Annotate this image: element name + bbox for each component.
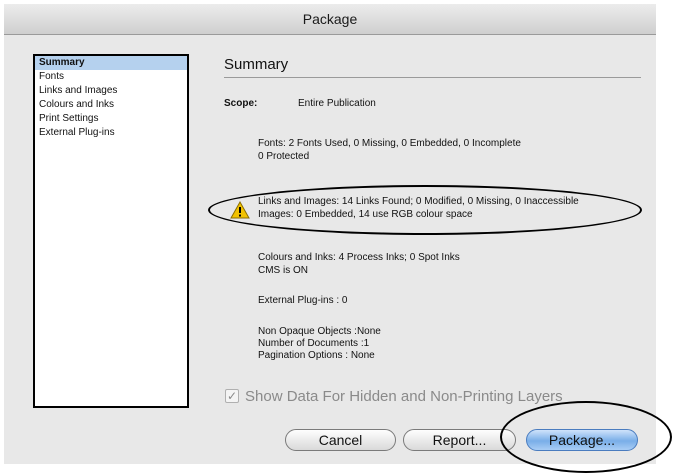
scope-value: Entire Publication (298, 98, 376, 109)
plugins-summary-line: External Plug-ins : 0 (258, 295, 348, 306)
show-hidden-layers-label[interactable]: Show Data For Hidden and Non-Printing La… (245, 387, 563, 407)
sidebar-item-external-plug-ins[interactable]: External Plug-ins (35, 126, 187, 140)
show-hidden-layers-checkbox[interactable]: ✓ (225, 389, 239, 403)
sidebar-list: Summary Fonts Links and Images Colours a… (33, 54, 189, 408)
sidebar-item-print-settings[interactable]: Print Settings (35, 112, 187, 126)
cancel-button[interactable]: Cancel (285, 429, 396, 451)
highlight-ellipse-links (208, 185, 642, 235)
report-button[interactable]: Report... (403, 429, 516, 451)
colours-summary-line1: Colours and Inks: 4 Process Inks; 0 Spot… (258, 252, 460, 263)
fonts-summary-line2: 0 Protected (258, 151, 310, 162)
sidebar-item-colours-and-inks[interactable]: Colours and Inks (35, 98, 187, 112)
pagination-options-line: Pagination Options : None (258, 350, 375, 361)
scope-label: Scope: (224, 98, 258, 109)
package-dialog: Package Summary Fonts Links and Images C… (4, 4, 656, 464)
sidebar-item-links-and-images[interactable]: Links and Images (35, 84, 187, 98)
sidebar-item-fonts[interactable]: Fonts (35, 70, 187, 84)
sidebar-item-summary[interactable]: Summary (35, 56, 187, 70)
highlight-ellipse-package-button (500, 401, 672, 473)
window-title: Package (4, 4, 656, 35)
fonts-summary-line1: Fonts: 2 Fonts Used, 0 Missing, 0 Embedd… (258, 138, 521, 149)
colours-summary-line2: CMS is ON (258, 265, 308, 276)
title-divider (224, 77, 641, 78)
section-title: Summary (224, 56, 289, 73)
